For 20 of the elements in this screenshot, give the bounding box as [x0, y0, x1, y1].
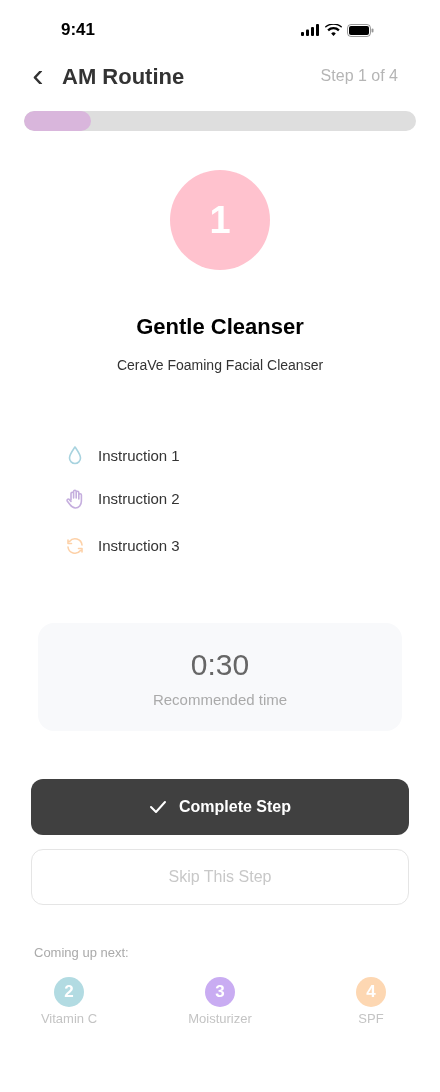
- upcoming-step-label: Vitamin C: [40, 1009, 98, 1028]
- upcoming-step-label: Moisturizer: [188, 1009, 252, 1028]
- instruction-text: Instruction 2: [98, 488, 180, 509]
- instruction-text: Instruction 3: [98, 535, 180, 556]
- complete-step-button[interactable]: Complete Step: [31, 779, 409, 835]
- checkmark-icon: [149, 800, 167, 814]
- status-time: 9:41: [61, 19, 96, 42]
- step-counter: Step 1 of 4: [320, 66, 398, 86]
- instruction-text: Instruction 1: [98, 445, 180, 466]
- step-title: Gentle Cleanser: [136, 313, 304, 341]
- back-button[interactable]: ‹: [28, 57, 48, 91]
- upcoming-step-label: SPF: [358, 1009, 384, 1028]
- wifi-icon: [325, 24, 342, 36]
- timer-label: Recommended time: [152, 690, 288, 711]
- signal-icon: [301, 24, 320, 36]
- battery-icon: [347, 23, 374, 37]
- timer-value: 0:30: [190, 647, 250, 684]
- coming-up-label: Coming up next:: [34, 944, 130, 962]
- product-name: CeraVe Foaming Facial Cleanser: [116, 356, 324, 375]
- screen-title: AM Routine: [62, 62, 185, 91]
